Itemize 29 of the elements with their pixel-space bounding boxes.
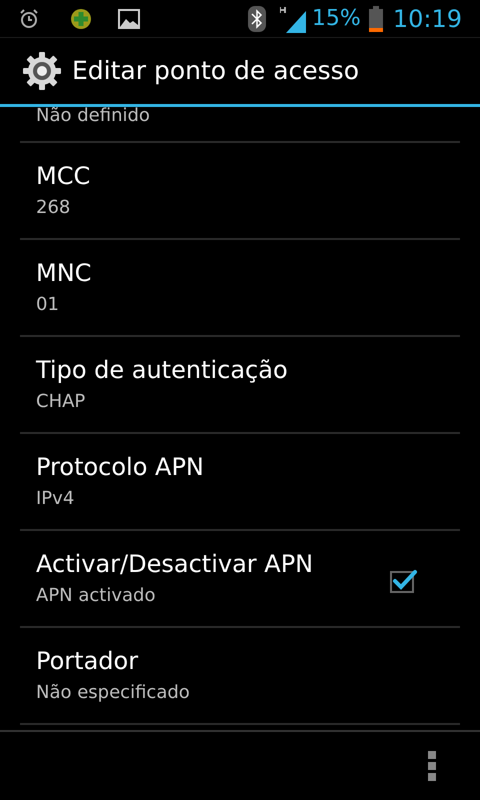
setting-title: Activar/Desactivar APN <box>36 548 314 578</box>
setting-title: MCC <box>36 160 92 190</box>
settings-item[interactable]: Protocolo APN IPv4 <box>20 434 460 531</box>
setting-summary: Não definido <box>36 107 150 127</box>
setting-summary: APN activado <box>36 584 156 608</box>
setting-summary: 268 <box>36 196 72 220</box>
settings-item[interactable]: Portador Não especificado <box>20 628 460 725</box>
image-icon <box>118 8 140 28</box>
setting-title: Protocolo APN <box>36 452 205 482</box>
settings-icon <box>22 51 62 91</box>
battery-percentage: 15% <box>312 5 361 33</box>
settings-item[interactable]: Activar/Desactivar APN APN activado <box>20 531 460 628</box>
screen-title: Editar ponto de acesso <box>72 55 359 88</box>
signal-icon <box>280 4 308 32</box>
setting-title: Portador <box>36 646 140 676</box>
settings-item[interactable]: Tipo de autenticação CHAP <box>20 337 460 434</box>
battery-icon <box>368 6 383 32</box>
setting-title: MNC <box>36 258 92 288</box>
settings-item[interactable]: MNC 01 <box>20 240 460 337</box>
setting-summary: CHAP <box>36 390 86 414</box>
settings-item[interactable]: MCC 268 <box>20 143 460 240</box>
setting-summary: Não especificado <box>36 680 191 704</box>
clock: 10:19 <box>392 4 462 34</box>
bluetooth-icon <box>248 6 266 32</box>
setting-summary: IPv4 <box>36 486 76 510</box>
app-icon <box>70 8 92 30</box>
alarm-clock-icon <box>18 8 40 30</box>
setting-summary: 01 <box>36 292 60 316</box>
setting-title: Tipo de autenticação <box>36 354 289 384</box>
